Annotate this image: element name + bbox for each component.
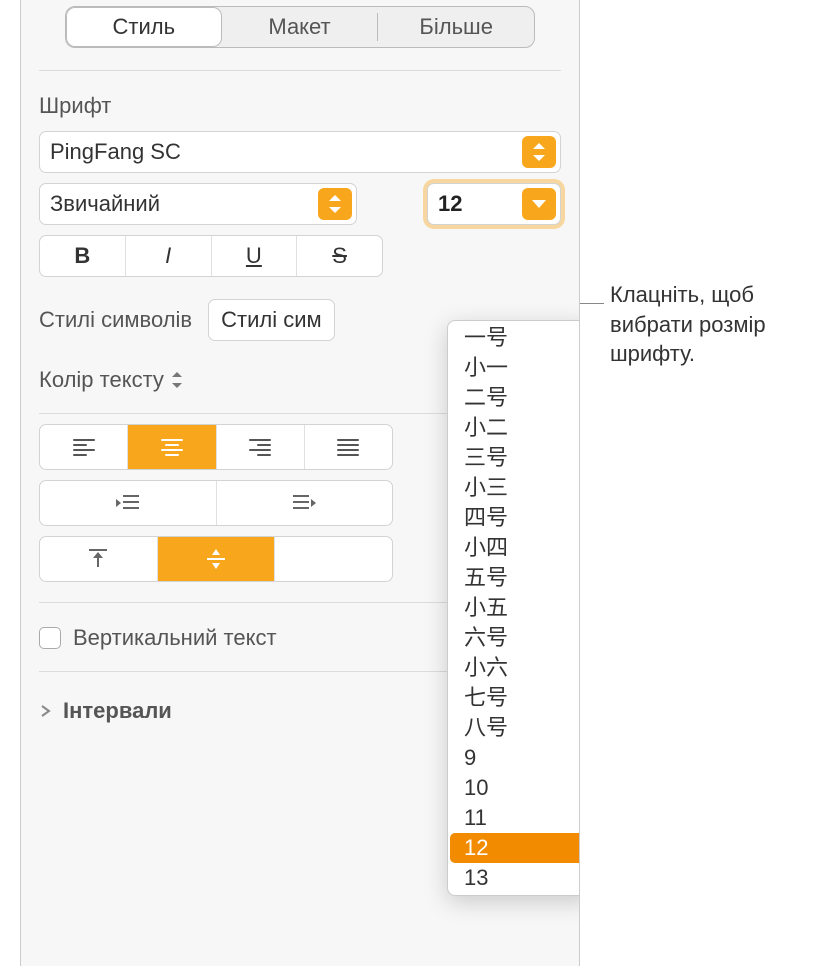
indent-button[interactable] <box>217 481 393 525</box>
size-option[interactable]: 小六 <box>450 653 580 683</box>
indent-segment <box>39 480 393 526</box>
vertical-text-checkbox[interactable] <box>39 627 61 649</box>
vertical-text-label: Вертикальний текст <box>73 625 277 651</box>
char-styles-value: Стилі сим <box>221 307 322 333</box>
font-size-dropdown[interactable]: 一号小一二号小二三号小三四号小四五号小五六号小六七号八号910111213 <box>447 320 580 896</box>
italic-label: I <box>165 243 171 269</box>
align-left-icon <box>73 439 95 456</box>
size-option[interactable]: 八号 <box>450 713 580 743</box>
font-section-title: Шрифт <box>39 93 561 119</box>
font-family-select[interactable]: PingFang SC <box>39 131 561 173</box>
underline-button[interactable]: U <box>212 236 298 276</box>
size-option[interactable]: 一号 <box>450 323 580 353</box>
align-center-icon <box>161 439 183 456</box>
tab-strip: Стиль Макет Більше <box>65 6 535 48</box>
size-option[interactable]: 12 <box>450 833 580 863</box>
char-styles-select[interactable]: Стилі сим <box>208 299 335 341</box>
size-option[interactable]: 小三 <box>450 473 580 503</box>
tab-style-label: Стиль <box>113 14 176 40</box>
bold-label: B <box>74 243 90 269</box>
updown-icon <box>533 143 545 161</box>
font-family-dropdown-button[interactable] <box>522 136 556 168</box>
format-panel: Стиль Макет Більше Шрифт PingFang SC Зви… <box>20 0 580 966</box>
callout-leader <box>580 303 604 304</box>
indent-icon <box>291 493 317 513</box>
outdent-button[interactable] <box>40 481 217 525</box>
strike-button[interactable]: S <box>297 236 382 276</box>
updown-icon <box>172 371 184 389</box>
tab-layout-label: Макет <box>268 14 330 40</box>
size-option[interactable]: 小二 <box>450 413 580 443</box>
font-size-value: 12 <box>438 191 462 217</box>
align-justify-button[interactable] <box>305 425 392 469</box>
callout-text: Клацніть, щоб вибрати розмір шрифту. <box>610 280 825 369</box>
size-option[interactable]: 小五 <box>450 593 580 623</box>
font-size-field[interactable]: 12 <box>427 183 561 225</box>
chevron-right-icon <box>39 704 53 718</box>
size-option[interactable]: 11 <box>450 803 580 833</box>
font-weight-select[interactable]: Звичайний <box>39 183 357 225</box>
valign-bottom-button[interactable] <box>275 537 392 581</box>
text-style-segment: B I U S <box>39 235 383 277</box>
font-weight-value: Звичайний <box>50 191 160 217</box>
size-option[interactable]: 9 <box>450 743 580 773</box>
strike-label: S <box>332 243 347 269</box>
valign-middle-button[interactable] <box>158 537 276 581</box>
font-size-dropdown-button[interactable] <box>522 188 556 220</box>
text-color-label: Колір тексту <box>39 367 164 393</box>
underline-label: U <box>246 243 262 269</box>
chevron-down-icon <box>532 200 546 208</box>
tab-more[interactable]: Більше <box>378 7 534 47</box>
size-option[interactable]: 小一 <box>450 353 580 383</box>
bold-button[interactable]: B <box>40 236 126 276</box>
tab-more-label: Більше <box>419 14 493 40</box>
horizontal-align-segment <box>39 424 393 470</box>
align-justify-icon <box>337 439 359 456</box>
size-option[interactable]: 10 <box>450 773 580 803</box>
italic-button[interactable]: I <box>126 236 212 276</box>
align-center-button[interactable] <box>128 425 216 469</box>
tab-layout[interactable]: Макет <box>222 7 378 47</box>
valign-middle-icon <box>205 547 227 571</box>
tab-style[interactable]: Стиль <box>66 7 222 47</box>
size-option[interactable]: 13 <box>450 863 580 893</box>
updown-icon <box>329 195 341 213</box>
divider <box>39 70 561 71</box>
size-option[interactable]: 七号 <box>450 683 580 713</box>
vertical-align-segment <box>39 536 393 582</box>
size-option[interactable]: 二号 <box>450 383 580 413</box>
valign-top-button[interactable] <box>40 537 158 581</box>
outdent-icon <box>115 493 141 513</box>
align-right-icon <box>249 439 271 456</box>
size-option[interactable]: 六号 <box>450 623 580 653</box>
size-option[interactable]: 四号 <box>450 503 580 533</box>
align-left-button[interactable] <box>40 425 128 469</box>
font-family-value: PingFang SC <box>50 139 181 165</box>
size-option[interactable]: 五号 <box>450 563 580 593</box>
size-option[interactable]: 小四 <box>450 533 580 563</box>
intervals-label: Інтервали <box>63 698 172 724</box>
align-right-button[interactable] <box>217 425 305 469</box>
font-weight-dropdown-button[interactable] <box>318 188 352 220</box>
valign-top-icon <box>87 547 109 571</box>
char-styles-label: Стилі символів <box>39 307 192 333</box>
size-option[interactable]: 三号 <box>450 443 580 473</box>
